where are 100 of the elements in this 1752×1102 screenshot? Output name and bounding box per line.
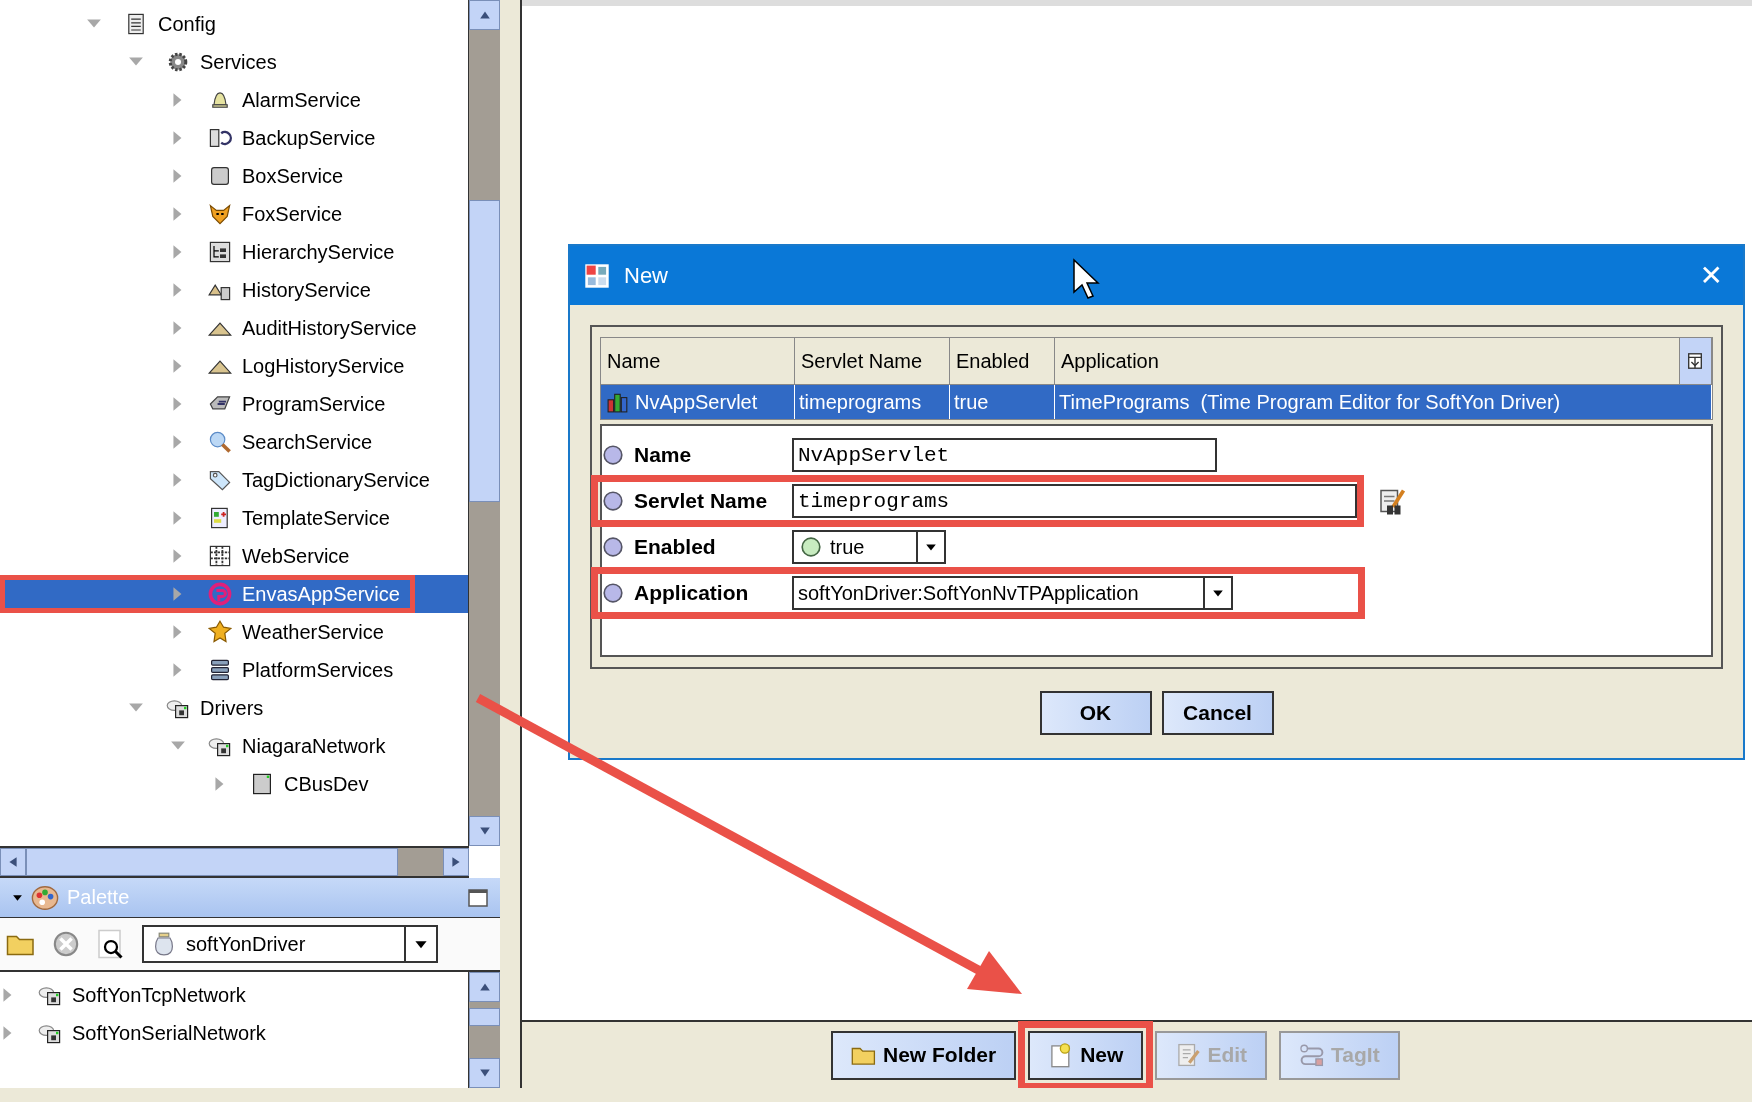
tree-label: BackupService xyxy=(242,126,376,150)
tree-item[interactable]: LogHistoryService xyxy=(0,347,468,385)
column-chooser-icon[interactable] xyxy=(1686,352,1704,370)
tree-item[interactable]: TemplateService xyxy=(0,499,468,537)
hierarchy-icon xyxy=(208,240,232,264)
palette-item-label: SoftYonSerialNetwork xyxy=(72,1021,266,1045)
tree-label: AuditHistoryService xyxy=(242,316,417,340)
scroll-up-icon[interactable] xyxy=(478,981,491,993)
cell-text: TimePrograms (Time Program Editor for SoftYon Driver) xyxy=(1059,390,1561,414)
device-icon xyxy=(250,772,274,796)
property-label: Name xyxy=(634,443,692,467)
property-label: Application xyxy=(634,581,749,605)
tree-label: ProgramService xyxy=(242,392,386,416)
column-header[interactable]: Servlet Name xyxy=(795,338,950,384)
tree-item[interactable]: CBusDev xyxy=(0,765,468,803)
tree-item[interactable]: BackupService xyxy=(0,119,468,157)
status-circle-icon xyxy=(800,536,822,558)
dialog-button[interactable]: OK xyxy=(1039,691,1152,735)
horizontal-scrollbar[interactable] xyxy=(0,846,469,878)
tree-label: SearchService xyxy=(242,430,373,454)
application-select[interactable]: softYonDriver:SoftYonNvTPApplication xyxy=(792,576,1233,610)
tree-item[interactable]: HistoryService xyxy=(0,271,468,309)
status-circle-icon xyxy=(602,490,624,512)
tree-item[interactable]: Config xyxy=(0,5,468,43)
tree-item[interactable]: Services xyxy=(0,43,468,81)
tree-label: NiagaraNetwork xyxy=(242,734,386,758)
palette-icon xyxy=(31,883,59,912)
servlet-name-field[interactable]: timeprograms xyxy=(792,484,1357,518)
tree-label: EnvasAppService xyxy=(242,582,400,606)
vertical-scrollbar[interactable] xyxy=(468,972,500,1088)
cell-text: timeprograms xyxy=(799,390,922,414)
palette-item[interactable]: SoftYonTcpNetwork xyxy=(0,976,468,1014)
dialog-title: New xyxy=(624,262,668,289)
fox-icon xyxy=(208,202,232,226)
grid-icon xyxy=(208,544,232,568)
tree-label: Services xyxy=(200,50,277,74)
tree-label: PlatformServices xyxy=(242,658,394,682)
module-select[interactable]: softYonDriver xyxy=(142,925,438,963)
column-header[interactable]: Name xyxy=(601,338,795,384)
tree-label: CBusDev xyxy=(284,772,369,796)
scroll-down-icon[interactable] xyxy=(478,1067,491,1079)
tree-item[interactable]: BoxService xyxy=(0,157,468,195)
tree-item[interactable]: ProgramService xyxy=(0,385,468,423)
tree-item[interactable]: PlatformServices xyxy=(0,651,468,689)
toolbar-button[interactable]: New xyxy=(1028,1030,1144,1080)
gear-icon xyxy=(166,50,190,74)
scroll-thumb[interactable] xyxy=(26,848,398,876)
scroll-thumb[interactable] xyxy=(469,200,500,502)
tree-item[interactable]: AuditHistoryService xyxy=(0,309,468,347)
server-icon xyxy=(208,126,232,150)
column-header[interactable]: Enabled xyxy=(950,338,1055,384)
scroll-up-icon[interactable] xyxy=(478,9,491,21)
close-button[interactable]: ✕ xyxy=(1693,259,1729,292)
close-icon[interactable] xyxy=(52,930,80,958)
app-icon xyxy=(584,262,610,289)
palette-title: Palette xyxy=(67,886,131,909)
vertical-scrollbar[interactable] xyxy=(468,0,500,846)
tree-label: FoxService xyxy=(242,202,343,226)
tree-label: HistoryService xyxy=(242,278,371,302)
property-label: Servlet Name xyxy=(634,489,768,513)
tree-item[interactable]: SearchService xyxy=(0,423,468,461)
dialog-button[interactable]: Cancel xyxy=(1161,691,1274,735)
jar-icon xyxy=(152,932,176,956)
link-icon xyxy=(1299,1042,1326,1068)
tree-item[interactable]: HierarchyService xyxy=(0,233,468,271)
tree-label: HierarchyService xyxy=(242,240,395,264)
star-icon xyxy=(208,620,232,644)
search-icon xyxy=(208,430,232,454)
property-label: Enabled xyxy=(634,535,716,559)
tree-label: AlarmService xyxy=(242,88,361,112)
tree-label: TemplateService xyxy=(242,506,390,530)
database-icon xyxy=(208,658,232,682)
status-circle-icon xyxy=(602,536,624,558)
tree-item[interactable]: AlarmService xyxy=(0,81,468,119)
swirl-icon xyxy=(208,582,232,606)
scroll-thumb[interactable] xyxy=(469,1008,500,1026)
status-circle-icon xyxy=(602,444,624,466)
tree-item[interactable]: WebService xyxy=(0,537,468,575)
enabled-select[interactable]: true xyxy=(792,530,946,564)
status-circle-icon xyxy=(602,582,624,604)
tree-item[interactable]: Drivers xyxy=(0,689,468,727)
scroll-down-icon[interactable] xyxy=(478,825,491,837)
caret-icon[interactable] xyxy=(12,892,23,903)
name-field[interactable]: NvAppServlet xyxy=(792,438,1217,472)
maximize-icon[interactable] xyxy=(468,887,488,908)
tag-icon xyxy=(208,468,232,492)
cursor-icon xyxy=(1073,258,1100,299)
scroll-right-icon[interactable] xyxy=(450,856,462,868)
tree-label: BoxService xyxy=(242,164,344,188)
tree-label: Config xyxy=(158,12,216,36)
tree-item[interactable]: EnvasAppService xyxy=(0,575,468,613)
tree-item[interactable]: NiagaraNetwork xyxy=(0,727,468,765)
table-row[interactable]: NvAppServlet timeprograms true TimePrograms (Time Program Editor for SoftYon Driver) xyxy=(601,385,1712,419)
tree-item[interactable]: WeatherService xyxy=(0,613,468,651)
palette-item[interactable]: SoftYonSerialNetwork xyxy=(0,1014,468,1052)
tree-label: TagDictionaryService xyxy=(242,468,430,492)
tree-item[interactable]: FoxService xyxy=(0,195,468,233)
toolbar-button[interactable]: New Folder xyxy=(831,1030,1017,1080)
scroll-left-icon[interactable] xyxy=(7,856,19,868)
tree-item[interactable]: TagDictionaryService xyxy=(0,461,468,499)
